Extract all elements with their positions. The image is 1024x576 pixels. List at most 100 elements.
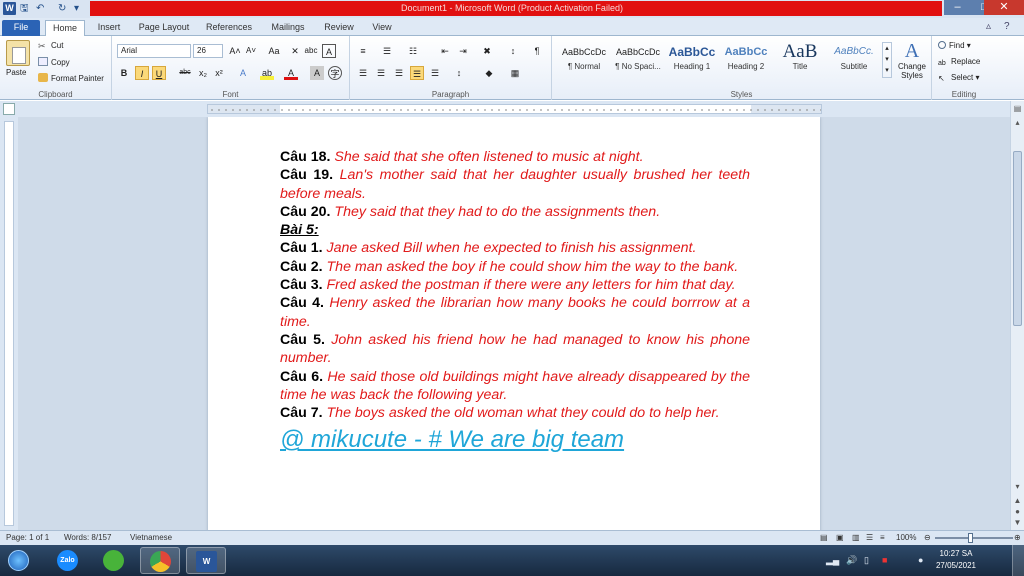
volume-icon[interactable]: 🔊 [846,555,857,566]
tab-home[interactable]: Home [45,20,85,36]
select-browse-object-icon[interactable]: ● [1012,506,1023,517]
show-desktop-button[interactable] [1012,545,1024,576]
grow-font-icon[interactable]: A˄ [228,44,242,58]
style-heading-2[interactable]: AaBbCc Heading 2 [720,42,772,78]
vertical-scrollbar[interactable]: ▤ ▴ ▾ ▲ ● ▼ [1010,101,1024,530]
paste-icon[interactable] [6,40,30,66]
shading-icon[interactable]: ◆ [482,66,496,80]
close-button[interactable]: ✕ [984,0,1024,15]
replace-button[interactable]: ab Replace [938,57,980,69]
align-left-icon[interactable]: ☰ [356,66,370,80]
tab-references[interactable]: References [200,20,258,36]
full-screen-reading-icon[interactable]: ▣ [836,531,844,545]
scrollbar-thumb[interactable] [1013,151,1022,326]
taskbar-app-green[interactable] [94,547,134,574]
bold-button[interactable]: B [117,66,131,80]
borders-icon[interactable]: ▦ [508,66,522,80]
tray-zalo-icon[interactable]: ● [918,555,923,565]
styles-scroll-icon[interactable]: ▴ ▾ ▾ [882,42,892,78]
distributed-icon[interactable]: ☰ [428,66,442,80]
tab-insert[interactable]: Insert [90,20,128,36]
italic-button[interactable]: I [135,66,149,80]
zoom-slider-handle[interactable] [968,533,973,543]
change-case-icon[interactable]: Aa [267,44,281,58]
tab-mailings[interactable]: Mailings [263,20,313,36]
tray-app-icon[interactable]: ■ [882,555,887,565]
show-marks-icon[interactable]: ¶ [530,44,544,58]
tab-review[interactable]: Review [318,20,360,36]
multilevel-list-icon[interactable]: ☷ [406,44,420,58]
style-normal[interactable]: AaBbCcDc ¶ Normal [558,42,610,78]
signal-icon[interactable]: ▂▄ [826,555,839,566]
print-layout-icon[interactable]: ▤ [820,531,828,545]
bullets-icon[interactable]: ≡ [356,44,370,58]
align-right-icon[interactable]: ☰ [392,66,406,80]
document-page[interactable]: Câu 18. She said that she often listened… [208,117,820,530]
page-count[interactable]: Page: 1 of 1 [6,531,49,545]
system-clock[interactable]: 10:27 SA 27/05/2021 [936,548,976,572]
enclose-characters-icon[interactable]: 字 [328,66,342,80]
cut-button[interactable]: ✂ Cut [38,41,63,51]
font-color-icon[interactable]: A [284,66,298,80]
font-size-combo[interactable]: 26 [193,44,223,58]
taskbar-app-chrome[interactable] [140,547,180,574]
tab-page-layout[interactable]: Page Layout [133,20,195,36]
next-page-icon[interactable]: ▼ [1012,517,1023,528]
proofing-language[interactable]: Vietnamese [130,531,172,545]
copy-button[interactable]: Copy [38,57,70,67]
tab-file[interactable]: File [2,20,40,36]
style-no-spacing[interactable]: AaBbCcDc ¶ No Spaci... [612,42,664,78]
start-button[interactable] [2,547,38,574]
increase-indent-icon[interactable]: ⇥ [456,44,470,58]
subscript-button[interactable]: x₂ [196,66,210,80]
sort-icon[interactable]: ↕ [506,44,520,58]
character-shading-icon[interactable]: A [310,66,324,80]
numbering-icon[interactable]: ☰ [380,44,394,58]
font-name-combo[interactable]: Arial [117,44,191,58]
text-effects-icon[interactable]: A [236,66,250,80]
web-layout-icon[interactable]: ▥ [852,531,860,545]
underline-button[interactable]: U [152,66,166,80]
word-count[interactable]: Words: 8/157 [64,531,111,545]
clear-formatting-icon[interactable]: ✕ [288,44,302,58]
style-title[interactable]: AaB Title [774,42,826,78]
asian-layout-icon[interactable]: ✖ [480,44,494,58]
phonetic-guide-icon[interactable]: abc [304,44,318,58]
shrink-font-icon[interactable]: A˅ [244,44,258,58]
minimize-button[interactable]: – [944,0,971,15]
scroll-down-icon[interactable]: ▾ [1012,481,1023,492]
zoom-level[interactable]: 100% [896,531,916,545]
justify-icon[interactable]: ☰ [410,66,424,80]
outline-icon[interactable]: ☰ [866,531,873,545]
zoom-slider[interactable] [935,537,1013,539]
select-button[interactable]: ↖ Select ▾ [938,73,979,83]
view-ruler-icon[interactable]: ▤ [1012,103,1023,114]
zoom-in-icon[interactable]: ⊕ [1014,531,1021,545]
taskbar-app-zalo[interactable]: Zalo [48,547,88,574]
tab-view[interactable]: View [364,20,400,36]
tab-selector-icon[interactable] [3,103,15,115]
decrease-indent-icon[interactable]: ⇤ [438,44,452,58]
help-icon[interactable]: ? [1004,21,1010,32]
change-styles-button[interactable]: A Change Styles [896,40,928,80]
align-center-icon[interactable]: ☰ [374,66,388,80]
zoom-out-icon[interactable]: ⊖ [924,531,931,545]
scroll-up-icon[interactable]: ▴ [1012,117,1023,128]
superscript-button[interactable]: x² [212,66,226,80]
paste-button[interactable]: Paste [6,68,26,77]
line-spacing-icon[interactable]: ↕ [452,66,466,80]
strikethrough-button[interactable]: abc [178,66,192,80]
find-button[interactable]: Find ▾ [938,41,971,50]
vertical-ruler[interactable] [4,121,14,526]
taskbar-app-word[interactable]: W [186,547,226,574]
format-painter-button[interactable]: Format Painter [38,73,104,83]
style-subtitle[interactable]: AaBbCc. Subtitle [828,42,880,78]
horizontal-ruler[interactable] [207,104,822,114]
minimize-ribbon-icon[interactable]: ▵ [986,21,991,32]
tray-battery-icon[interactable]: ▯ [864,555,869,566]
previous-page-icon[interactable]: ▲ [1012,495,1023,506]
style-heading-1[interactable]: AaBbCc Heading 1 [666,42,718,78]
draft-icon[interactable]: ≡ [880,531,885,545]
document-body[interactable]: Câu 18. She said that she often listened… [280,148,750,454]
character-border-icon[interactable]: A [322,44,336,58]
